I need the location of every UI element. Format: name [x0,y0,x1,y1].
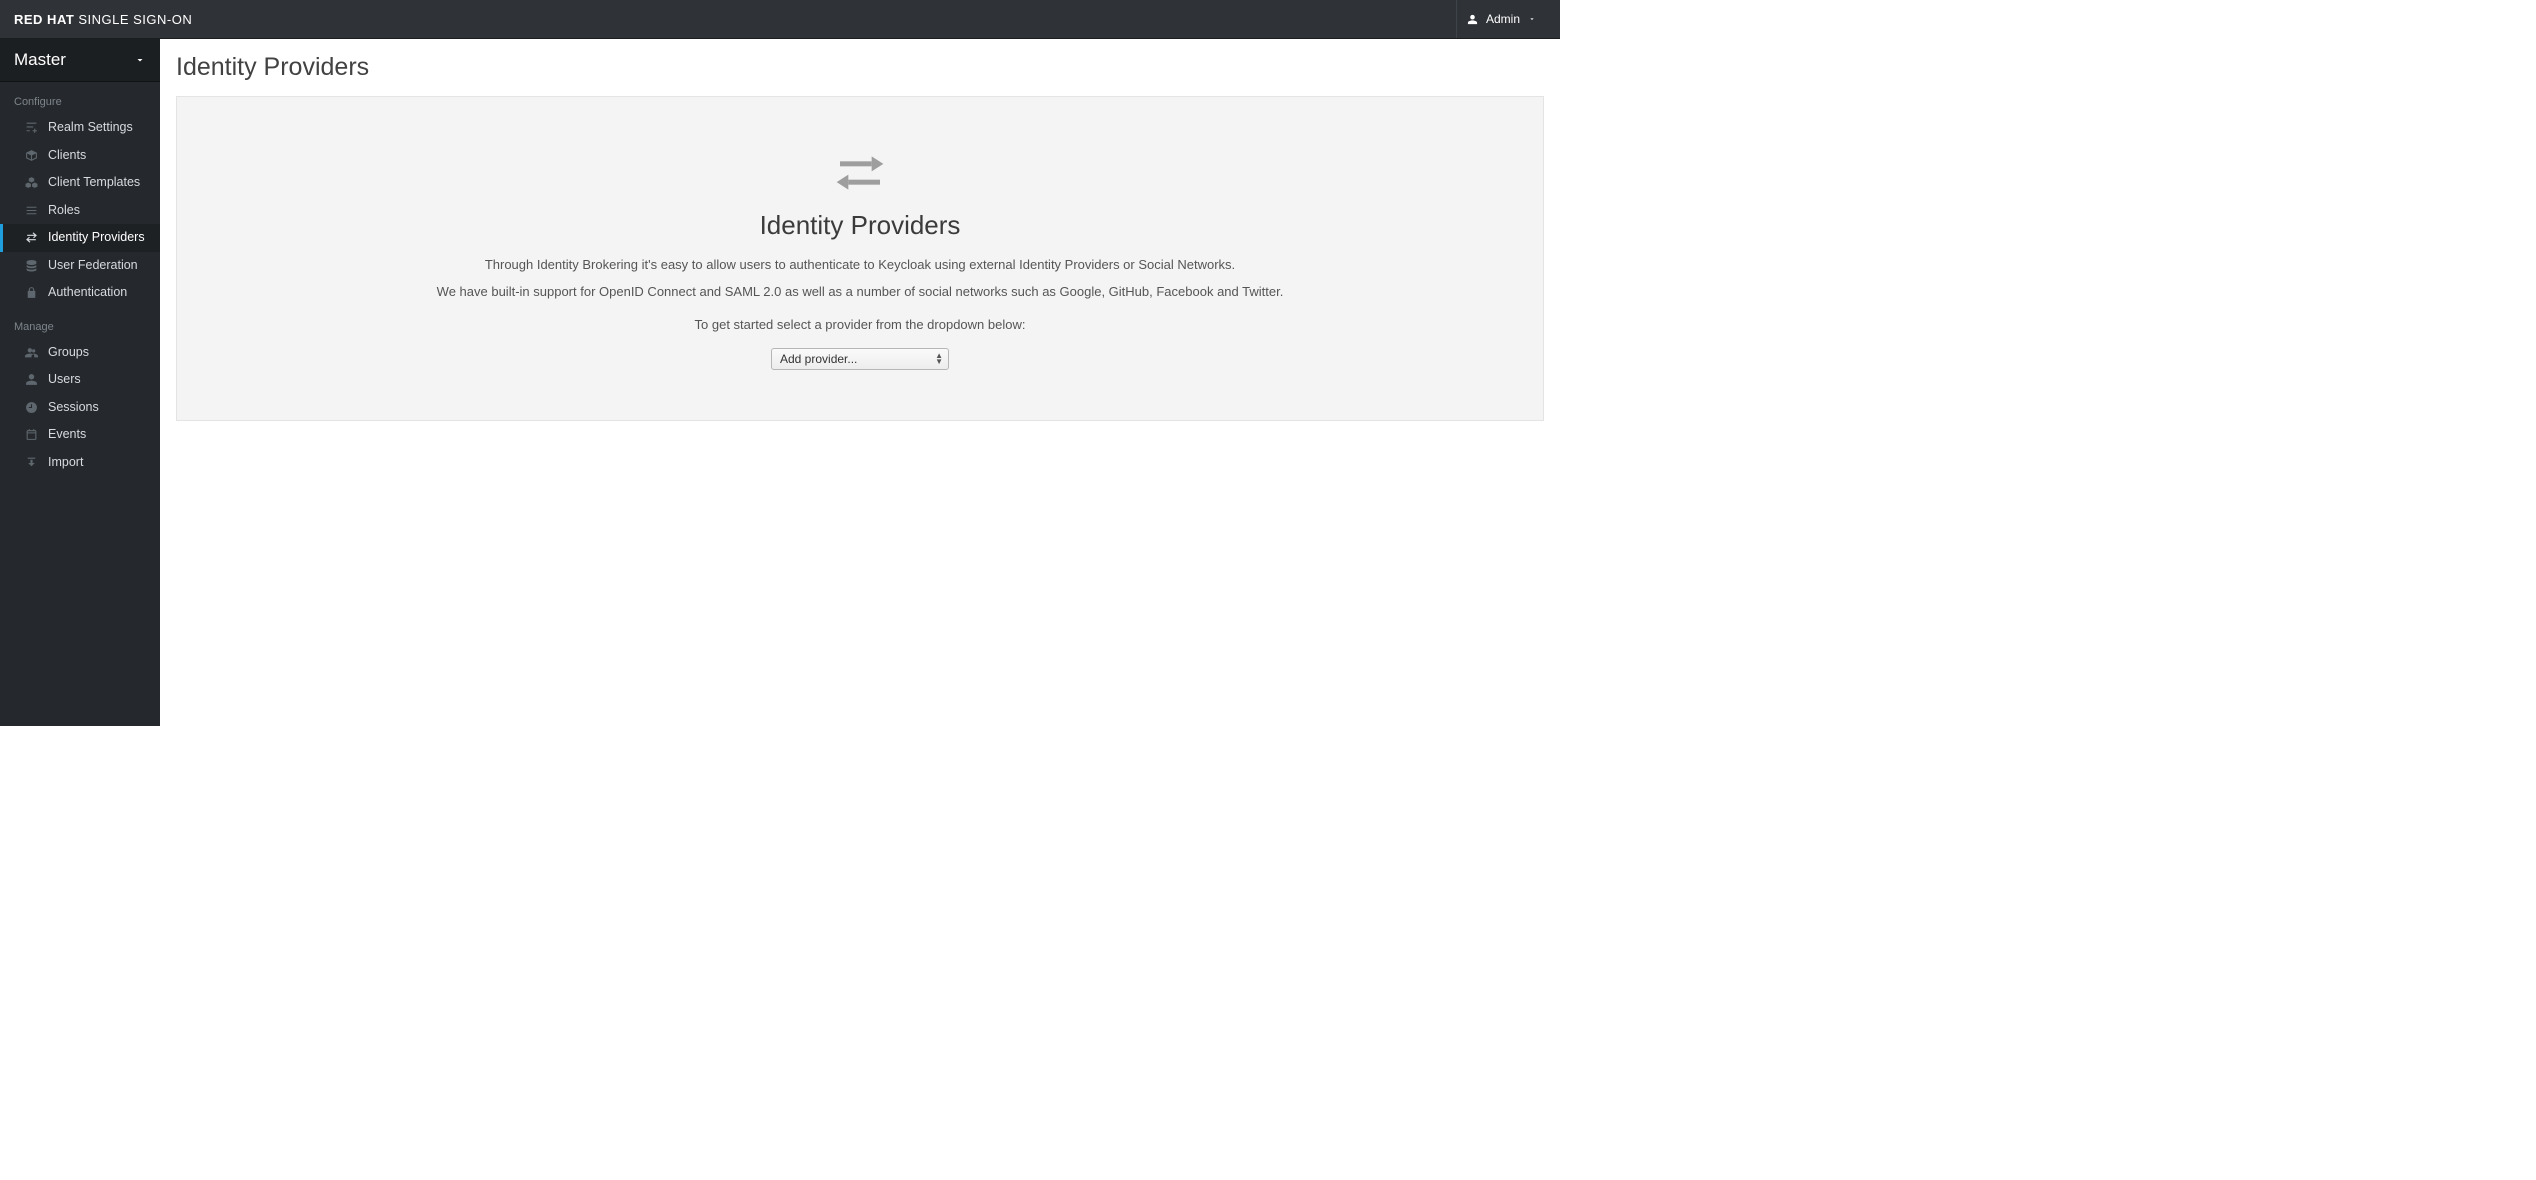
sidebar-item-label: Import [48,454,83,472]
exchange-icon [24,231,38,245]
sidebar-item-label: Authentication [48,284,127,302]
realm-selector[interactable]: Master [0,39,160,82]
lock-icon [24,286,38,300]
cubes-icon [24,176,38,190]
sidebar-item-events[interactable]: Events [0,421,160,449]
sidebar-item-label: Realm Settings [48,119,133,137]
sidebar-item-roles[interactable]: Roles [0,197,160,225]
cube-icon [24,148,38,162]
blank-desc-2: We have built-in support for OpenID Conn… [217,282,1503,303]
section-header-manage: Manage [0,307,160,339]
exchange-icon [217,153,1503,198]
realm-name: Master [14,50,66,70]
main-content: Identity Providers Identity Providers Th… [160,39,1560,726]
sidebar-item-label: Roles [48,202,80,220]
blank-cta: To get started select a provider from th… [217,317,1503,332]
database-icon [24,258,38,272]
download-icon [24,455,38,469]
sidebar-item-label: Sessions [48,399,99,417]
sidebar-item-groups[interactable]: Groups [0,339,160,367]
chevron-down-icon [134,54,146,66]
sidebar-item-import[interactable]: Import [0,449,160,477]
sidebar: Master Configure Realm Settings Clients … [0,39,160,726]
brand-logo: RED HAT SINGLE SIGN-ON [14,12,192,27]
sidebar-item-label: Users [48,371,81,389]
top-header: RED HAT SINGLE SIGN-ON Admin [0,0,1560,39]
blank-slate-panel: Identity Providers Through Identity Brok… [176,96,1544,421]
add-provider-select-wrap: Add provider... ▲▼ [771,348,949,370]
add-provider-select[interactable]: Add provider... [771,348,949,370]
sidebar-item-label: User Federation [48,257,138,275]
sidebar-item-label: Events [48,426,86,444]
sliders-icon [24,121,38,135]
blank-desc-1: Through Identity Brokering it's easy to … [217,255,1503,276]
section-header-configure: Configure [0,82,160,114]
sidebar-item-user-federation[interactable]: User Federation [0,252,160,280]
user-icon [1467,14,1478,25]
sidebar-item-label: Clients [48,147,86,165]
users-icon [24,345,38,359]
sidebar-item-sessions[interactable]: Sessions [0,394,160,422]
blank-title: Identity Providers [217,210,1503,241]
user-icon [24,373,38,387]
sidebar-item-identity-providers[interactable]: Identity Providers [0,224,160,252]
sidebar-item-label: Identity Providers [48,229,145,247]
brand-thin: SINGLE SIGN-ON [78,12,192,27]
brand-bold: RED HAT [14,12,74,27]
sidebar-item-label: Groups [48,344,89,362]
calendar-icon [24,428,38,442]
sidebar-item-authentication[interactable]: Authentication [0,279,160,307]
page-title: Identity Providers [176,53,1544,82]
sidebar-item-client-templates[interactable]: Client Templates [0,169,160,197]
sidebar-item-users[interactable]: Users [0,366,160,394]
chevron-down-icon [1528,15,1536,23]
list-icon [24,203,38,217]
user-menu[interactable]: Admin [1456,0,1546,38]
sidebar-item-realm-settings[interactable]: Realm Settings [0,114,160,142]
user-name: Admin [1486,12,1520,26]
sidebar-item-clients[interactable]: Clients [0,142,160,170]
clock-icon [24,400,38,414]
sidebar-item-label: Client Templates [48,174,140,192]
